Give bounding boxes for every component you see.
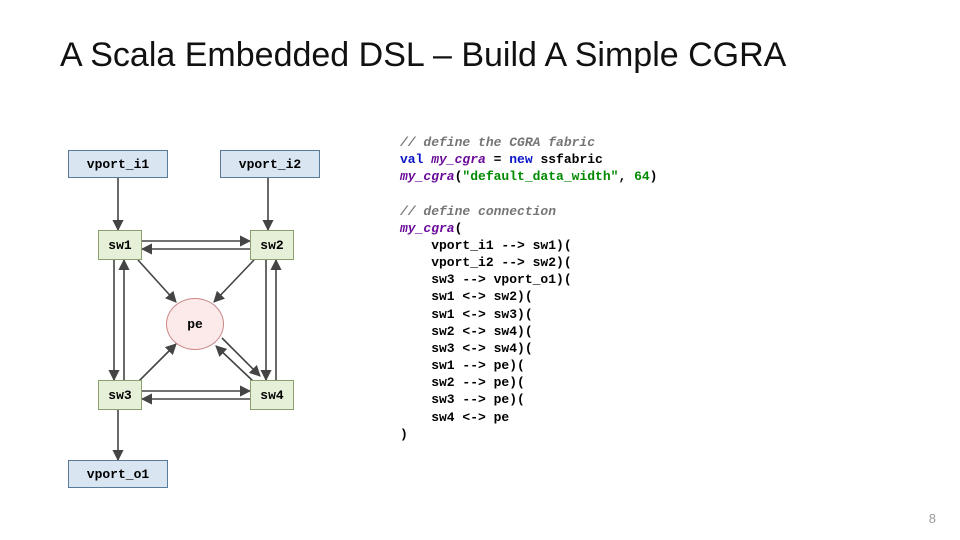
node-sw1: sw1	[98, 230, 142, 260]
node-pe: pe	[166, 298, 224, 350]
code-line: sw1 <-> sw3)(	[400, 307, 533, 322]
code-text: ,	[618, 169, 634, 184]
code-comment: // define connection	[400, 204, 556, 219]
node-sw4: sw4	[250, 380, 294, 410]
code-keyword: val	[400, 152, 423, 167]
code-text: )	[650, 169, 658, 184]
code-line: sw3 --> pe)(	[400, 392, 525, 407]
code-block: // define the CGRA fabric val my_cgra = …	[400, 134, 920, 443]
code-line: sw1 <-> sw2)(	[400, 289, 533, 304]
code-line: sw3 <-> sw4)(	[400, 341, 533, 356]
node-sw3: sw3	[98, 380, 142, 410]
code-ident: my_cgra	[400, 169, 455, 184]
code-ident: my_cgra	[400, 221, 455, 236]
code-line: )	[400, 427, 408, 442]
code-text: ssfabric	[540, 152, 602, 167]
node-sw2: sw2	[250, 230, 294, 260]
code-line: sw4 <-> pe	[400, 410, 509, 425]
code-keyword: new	[509, 152, 532, 167]
code-ident: my_cgra	[431, 152, 486, 167]
code-string: "default_data_width"	[462, 169, 618, 184]
node-vport-i2: vport_i2	[220, 150, 320, 178]
node-vport-i1: vport_i1	[68, 150, 168, 178]
node-vport-o1: vport_o1	[68, 460, 168, 488]
code-line: sw2 --> pe)(	[400, 375, 525, 390]
code-line: vport_i1 --> sw1)(	[400, 238, 572, 253]
code-comment: // define the CGRA fabric	[400, 135, 595, 150]
slide-title: A Scala Embedded DSL – Build A Simple CG…	[60, 36, 900, 75]
code-text: =	[486, 152, 509, 167]
code-line: sw2 <-> sw4)(	[400, 324, 533, 339]
code-text: (	[455, 221, 463, 236]
cgra-diagram: vport_i1 vport_i2 sw1 sw2 pe sw3 sw4 vpo…	[60, 130, 370, 490]
code-line: sw3 --> vport_o1)(	[400, 272, 572, 287]
page-number: 8	[929, 511, 936, 526]
code-line: vport_i2 --> sw2)(	[400, 255, 572, 270]
code-line: sw1 --> pe)(	[400, 358, 525, 373]
code-number: 64	[634, 169, 650, 184]
